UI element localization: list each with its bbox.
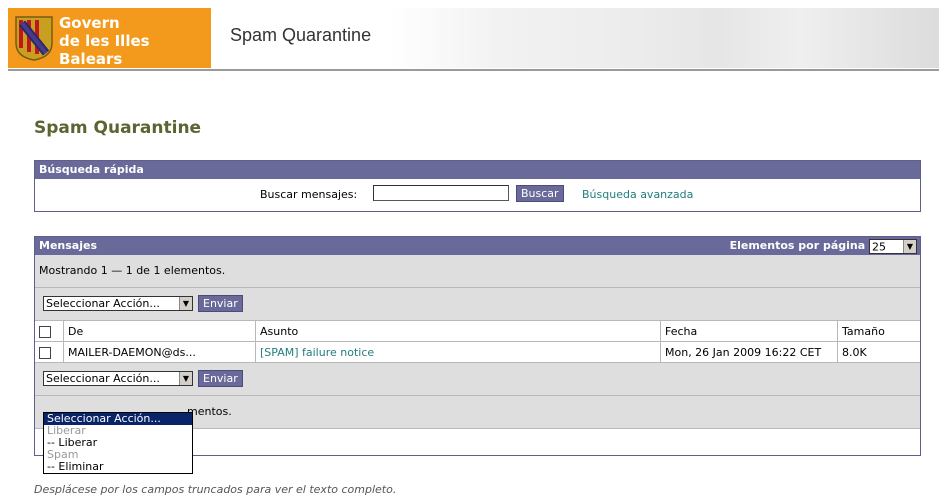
coat-of-arms-icon: [15, 16, 53, 61]
column-header-size[interactable]: Tamaño: [837, 321, 920, 342]
footer-note: Desplácese por los campos truncados para…: [34, 483, 397, 496]
per-page-control: Elementos por página 25 ▼: [730, 237, 917, 255]
select-all-cell: [35, 321, 64, 342]
action-row-bottom: Seleccionar Acción... ▼ Enviar: [35, 363, 920, 396]
dropdown-option-delete[interactable]: -- Eliminar: [44, 461, 192, 473]
logo-text: Govern de les Illes Balears: [59, 14, 211, 68]
action-select-value: Seleccionar Acción...: [46, 297, 160, 310]
table-row: MAILER-DAEMON@ds... [SPAM] failure notic…: [35, 341, 920, 363]
showing-count: Mostrando 1 — 1 de 1 elementos.: [35, 255, 920, 288]
app-title: Spam Quarantine: [230, 25, 372, 45]
row-checkbox[interactable]: [39, 346, 51, 359]
per-page-value: 25: [872, 240, 886, 253]
header-decoration: [388, 8, 939, 68]
cell-size: 8.0K: [837, 341, 920, 363]
logo-line-1: Govern: [59, 14, 120, 32]
column-header-date[interactable]: Fecha: [660, 321, 838, 342]
select-all-checkbox[interactable]: [39, 325, 51, 338]
action-dropdown-list: Seleccionar Acción... Liberar -- Liberar…: [43, 412, 193, 474]
page-title: Spam Quarantine: [34, 118, 202, 138]
chevron-down-icon: ▼: [903, 239, 916, 253]
cell-date: Mon, 26 Jan 2009 16:22 CET: [660, 341, 838, 363]
row-checkbox-cell: [35, 341, 64, 363]
action-row-top: Seleccionar Acción... ▼ Enviar: [35, 288, 920, 321]
cell-subject: [SPAM] failure notice: [255, 341, 661, 363]
chevron-down-icon: ▼: [179, 372, 192, 385]
quick-search-row: Buscar mensajes: Buscar Búsqueda avanzad…: [35, 179, 920, 209]
table-header-row: De Asunto Fecha Tamaño: [35, 321, 920, 342]
send-button-top[interactable]: Enviar: [198, 295, 243, 312]
chevron-down-icon: ▼: [179, 297, 192, 310]
messages-title: Mensajes: [39, 239, 97, 252]
cell-from: MAILER-DAEMON@ds...: [63, 341, 256, 363]
search-button[interactable]: Buscar: [516, 185, 564, 202]
action-select-bottom[interactable]: Seleccionar Acción... ▼: [43, 371, 193, 386]
header-divider: [8, 69, 939, 71]
advanced-search-link[interactable]: Búsqueda avanzada: [582, 188, 693, 201]
messages-header: Mensajes Elementos por página 25 ▼: [35, 237, 920, 255]
action-select-top[interactable]: Seleccionar Acción... ▼: [43, 296, 193, 311]
per-page-select[interactable]: 25 ▼: [869, 238, 917, 254]
app-header: Govern de les Illes Balears Spam Quarant…: [8, 8, 939, 68]
column-header-from[interactable]: De: [63, 321, 256, 342]
per-page-label: Elementos por página: [729, 239, 866, 252]
govern-logo[interactable]: Govern de les Illes Balears: [8, 8, 211, 68]
quick-search-title: Búsqueda rápida: [35, 161, 920, 179]
send-button-bottom[interactable]: Enviar: [198, 370, 243, 387]
search-label: Buscar mensajes:: [260, 188, 358, 201]
search-input[interactable]: [373, 185, 509, 201]
quick-search-panel: Búsqueda rápida Buscar mensajes: Buscar …: [34, 160, 921, 212]
messages-table: De Asunto Fecha Tamaño MAILER-DAEMON@ds.…: [35, 321, 920, 363]
logo-line-2: de les Illes Balears: [59, 32, 150, 68]
column-header-subject[interactable]: Asunto: [255, 321, 661, 342]
subject-link[interactable]: [SPAM] failure notice: [260, 346, 374, 359]
action-select-value: Seleccionar Acción...: [46, 372, 160, 385]
